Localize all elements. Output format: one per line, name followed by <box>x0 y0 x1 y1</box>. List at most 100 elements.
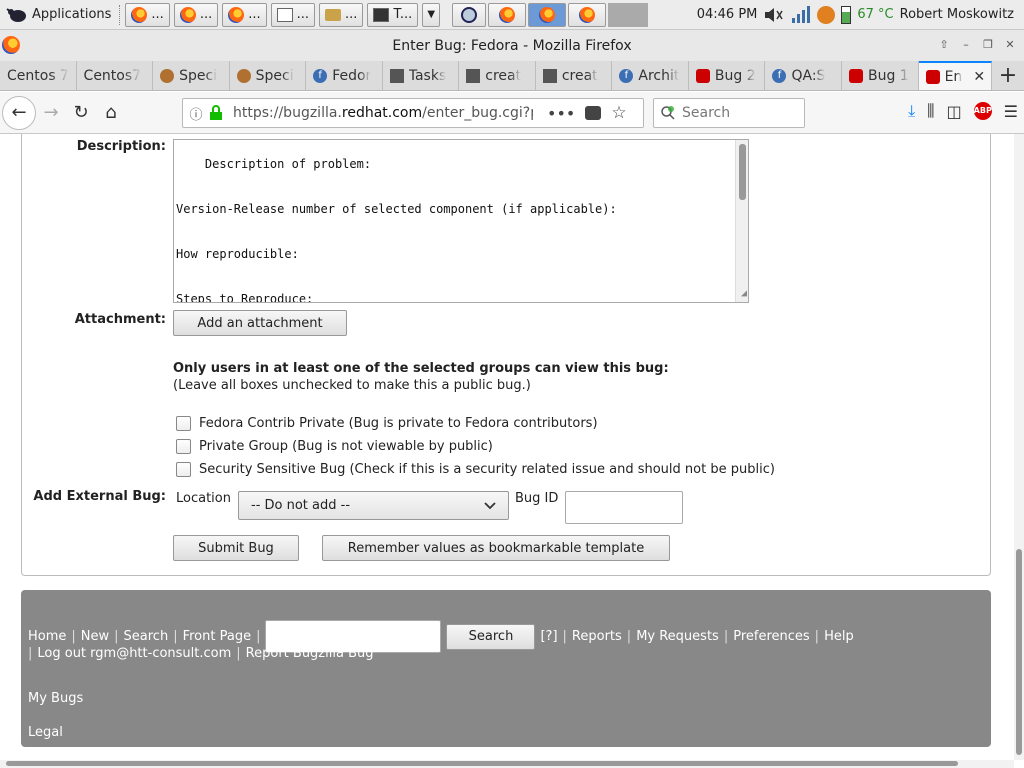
page-actions-icon[interactable]: ••• <box>547 104 575 123</box>
workspace-switcher[interactable] <box>452 2 649 27</box>
checkbox[interactable] <box>176 416 191 431</box>
submit-bug-button[interactable]: Submit Bug <box>173 535 299 561</box>
chevron-down-icon <box>484 501 496 509</box>
taskbar-terminal[interactable]: T... <box>367 2 419 27</box>
applications-menu[interactable]: Applications <box>0 0 119 30</box>
sidebar-icon[interactable]: ◫ <box>947 102 962 121</box>
bookmark-star-icon[interactable]: ☆ <box>611 103 626 123</box>
close-tab-icon[interactable]: ✕ <box>973 69 985 85</box>
forward-button[interactable]: → <box>36 98 66 128</box>
workspace-3[interactable] <box>528 2 567 27</box>
tab-label: creat <box>485 67 522 84</box>
search-link[interactable]: Search <box>124 629 169 644</box>
browser-tab[interactable]: Speci <box>153 61 230 90</box>
task-label: ... <box>151 7 164 22</box>
adblock-plus-icon[interactable]: ABP <box>973 102 992 120</box>
hamburger-menu-icon[interactable]: ☰ <box>1004 102 1018 121</box>
logout-link[interactable]: Log out rgm@htt-consult.com <box>37 646 231 661</box>
new-link[interactable]: New <box>81 629 109 644</box>
attachment-label: Attachment: <box>74 312 166 327</box>
scrollbar-thumb[interactable] <box>6 761 958 766</box>
battery-icon[interactable] <box>841 5 852 24</box>
taskbar-firefox-1[interactable]: ... <box>125 2 170 27</box>
textarea-scrollbar[interactable] <box>735 140 748 302</box>
user-name[interactable]: Robert Moskowitz <box>900 7 1014 22</box>
fedora-favicon-icon: f <box>619 68 634 83</box>
group-security-sensitive[interactable]: Security Sensitive Bug (Check if this is… <box>176 462 775 477</box>
pocket-icon[interactable] <box>585 106 602 120</box>
description-textarea[interactable]: Description of problem: Version-Release … <box>173 139 749 303</box>
shade-icon[interactable]: ⇧ <box>936 37 952 53</box>
location-select[interactable]: -- Do not add -- <box>238 491 509 520</box>
new-tab-button[interactable]: + <box>992 61 1024 90</box>
minimize-icon[interactable]: – <box>958 37 974 53</box>
report-bugzilla-bug-link[interactable]: Report Bugzilla Bug <box>246 646 374 661</box>
network-signal-icon[interactable] <box>791 5 811 24</box>
preferences-link[interactable]: Preferences <box>733 629 809 644</box>
download-icon[interactable]: ⤓ <box>908 101 915 121</box>
quicksearch-help-link[interactable]: [?] <box>540 629 557 644</box>
clock[interactable]: 04:46 PM <box>697 7 758 22</box>
browser-tab[interactable]: Centos7 <box>77 61 154 90</box>
taskbar-firefox-3[interactable]: ... <box>222 2 267 27</box>
group-label: Private Group (Bug is not viewable by pu… <box>199 439 493 454</box>
info-icon[interactable]: ⓘ <box>183 104 209 123</box>
url-prefix: https://bugzilla. <box>233 105 342 121</box>
group-private[interactable]: Private Group (Bug is not viewable by pu… <box>176 439 493 454</box>
back-button[interactable]: ← <box>2 95 36 130</box>
resize-grip-icon[interactable]: ◢ <box>741 286 747 301</box>
taskbar-firefox-2[interactable]: ... <box>173 2 219 27</box>
workspace-4[interactable] <box>568 2 607 27</box>
browser-tab[interactable]: f Archit <box>612 61 689 90</box>
browser-tab[interactable]: En ✕ <box>918 61 993 90</box>
browser-tab[interactable]: Tasks <box>383 61 460 90</box>
volume-icon[interactable] <box>763 6 785 24</box>
weather-icon[interactable] <box>817 5 836 24</box>
browser-tab[interactable]: Centos 7 <box>0 61 77 90</box>
my-requests-link[interactable]: My Requests <box>636 629 719 644</box>
task-favicon-icon <box>542 68 557 83</box>
group-fedora-contrib[interactable]: Fedora Contrib Private (Bug is private t… <box>176 416 598 431</box>
arrow-right-icon: → <box>43 102 59 123</box>
taskbar-overflow-button[interactable]: ▼ <box>422 2 441 27</box>
checkbox[interactable] <box>176 439 191 454</box>
home-link[interactable]: Home <box>28 629 66 644</box>
bug-id-input[interactable] <box>565 491 683 524</box>
remember-template-button[interactable]: Remember values as bookmarkable template <box>322 535 670 561</box>
legal-link[interactable]: Legal <box>28 725 63 740</box>
browser-tab[interactable]: f Fedor <box>306 61 383 90</box>
browser-tab[interactable]: creat <box>536 61 613 90</box>
home-button[interactable]: ⌂ <box>96 98 126 128</box>
help-link[interactable]: Help <box>824 629 854 644</box>
workspace-2[interactable] <box>488 2 527 27</box>
close-icon[interactable]: ✕ <box>1002 37 1018 53</box>
search-icon <box>661 106 675 120</box>
my-bugs-link[interactable]: My Bugs <box>28 691 83 706</box>
url-bar[interactable]: ⓘ https://bugzilla.redhat.com/enter_bug.… <box>182 98 644 128</box>
quicksearch-button[interactable]: Search <box>446 623 536 650</box>
browser-tab[interactable]: f QA:S <box>765 61 843 90</box>
scrollbar-thumb[interactable] <box>1016 549 1022 755</box>
reload-button[interactable]: ↻ <box>66 98 96 128</box>
groups-heading: Only users in at least one of the select… <box>173 361 669 376</box>
checkbox[interactable] <box>176 462 191 477</box>
browser-tab[interactable]: creat <box>459 61 536 90</box>
browser-tab[interactable]: Speci <box>230 61 307 90</box>
reports-link[interactable]: Reports <box>572 629 622 644</box>
browser-tab[interactable]: Bug 2 <box>689 61 766 90</box>
add-attachment-button[interactable]: Add an attachment <box>173 310 347 336</box>
workspace-1[interactable] <box>452 2 487 27</box>
taskbar-editor[interactable]: ... <box>270 2 316 27</box>
front-page-link[interactable]: Front Page <box>183 629 252 644</box>
page-vertical-scrollbar[interactable] <box>1014 134 1024 760</box>
toolbar-buttons: ⤓ ⫼ ◫ ABP ☰ <box>908 101 1018 121</box>
page-horizontal-scrollbar[interactable] <box>0 760 1014 768</box>
scrollbar-thumb[interactable] <box>739 144 746 200</box>
search-bar[interactable]: Search <box>653 98 805 128</box>
firefox-icon <box>131 6 148 23</box>
maximize-icon[interactable]: ❐ <box>980 37 996 53</box>
workspace-5[interactable] <box>608 2 649 27</box>
taskbar-file-manager[interactable]: ... <box>319 2 364 27</box>
browser-tab[interactable]: Bug 1 <box>842 61 919 90</box>
library-icon[interactable]: ⫼ <box>927 101 934 121</box>
